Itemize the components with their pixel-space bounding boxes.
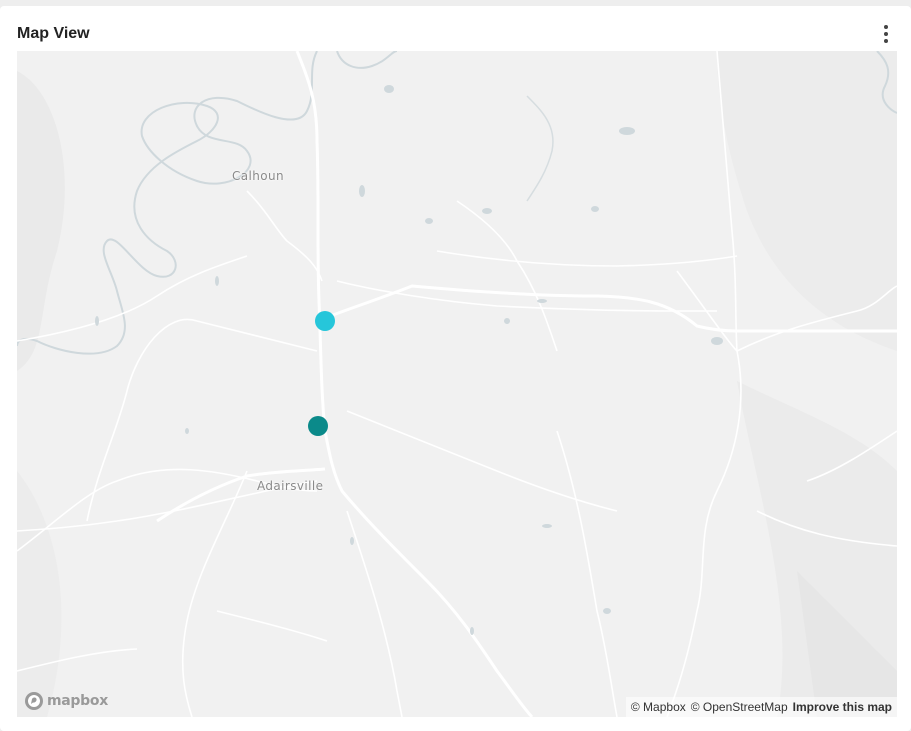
mapbox-logo-text: mapbox xyxy=(47,693,108,709)
improve-map-link[interactable]: Improve this map xyxy=(793,700,892,714)
map-canvas[interactable]: Calhoun Adairsville mapbox © Mapbox © Op… xyxy=(17,51,897,717)
attribution-mapbox-link[interactable]: © Mapbox xyxy=(631,700,686,714)
mapbox-logo[interactable]: mapbox xyxy=(24,691,108,711)
place-label-adairsville: Adairsville xyxy=(257,479,324,493)
card-header: Map View xyxy=(17,24,899,46)
map-marker[interactable] xyxy=(315,311,335,331)
map-attribution: © Mapbox © OpenStreetMap Improve this ma… xyxy=(625,697,897,717)
card-title: Map View xyxy=(17,25,90,42)
more-vertical-icon[interactable] xyxy=(879,25,893,43)
place-label-calhoun: Calhoun xyxy=(232,169,285,183)
map-marker[interactable] xyxy=(308,416,328,436)
attribution-osm-link[interactable]: © OpenStreetMap xyxy=(691,700,788,714)
map-basemap xyxy=(17,51,897,717)
mapbox-logo-icon xyxy=(25,692,43,710)
map-view-card: Map View Calhoun Adairsville mapbox © Ma… xyxy=(0,6,911,731)
